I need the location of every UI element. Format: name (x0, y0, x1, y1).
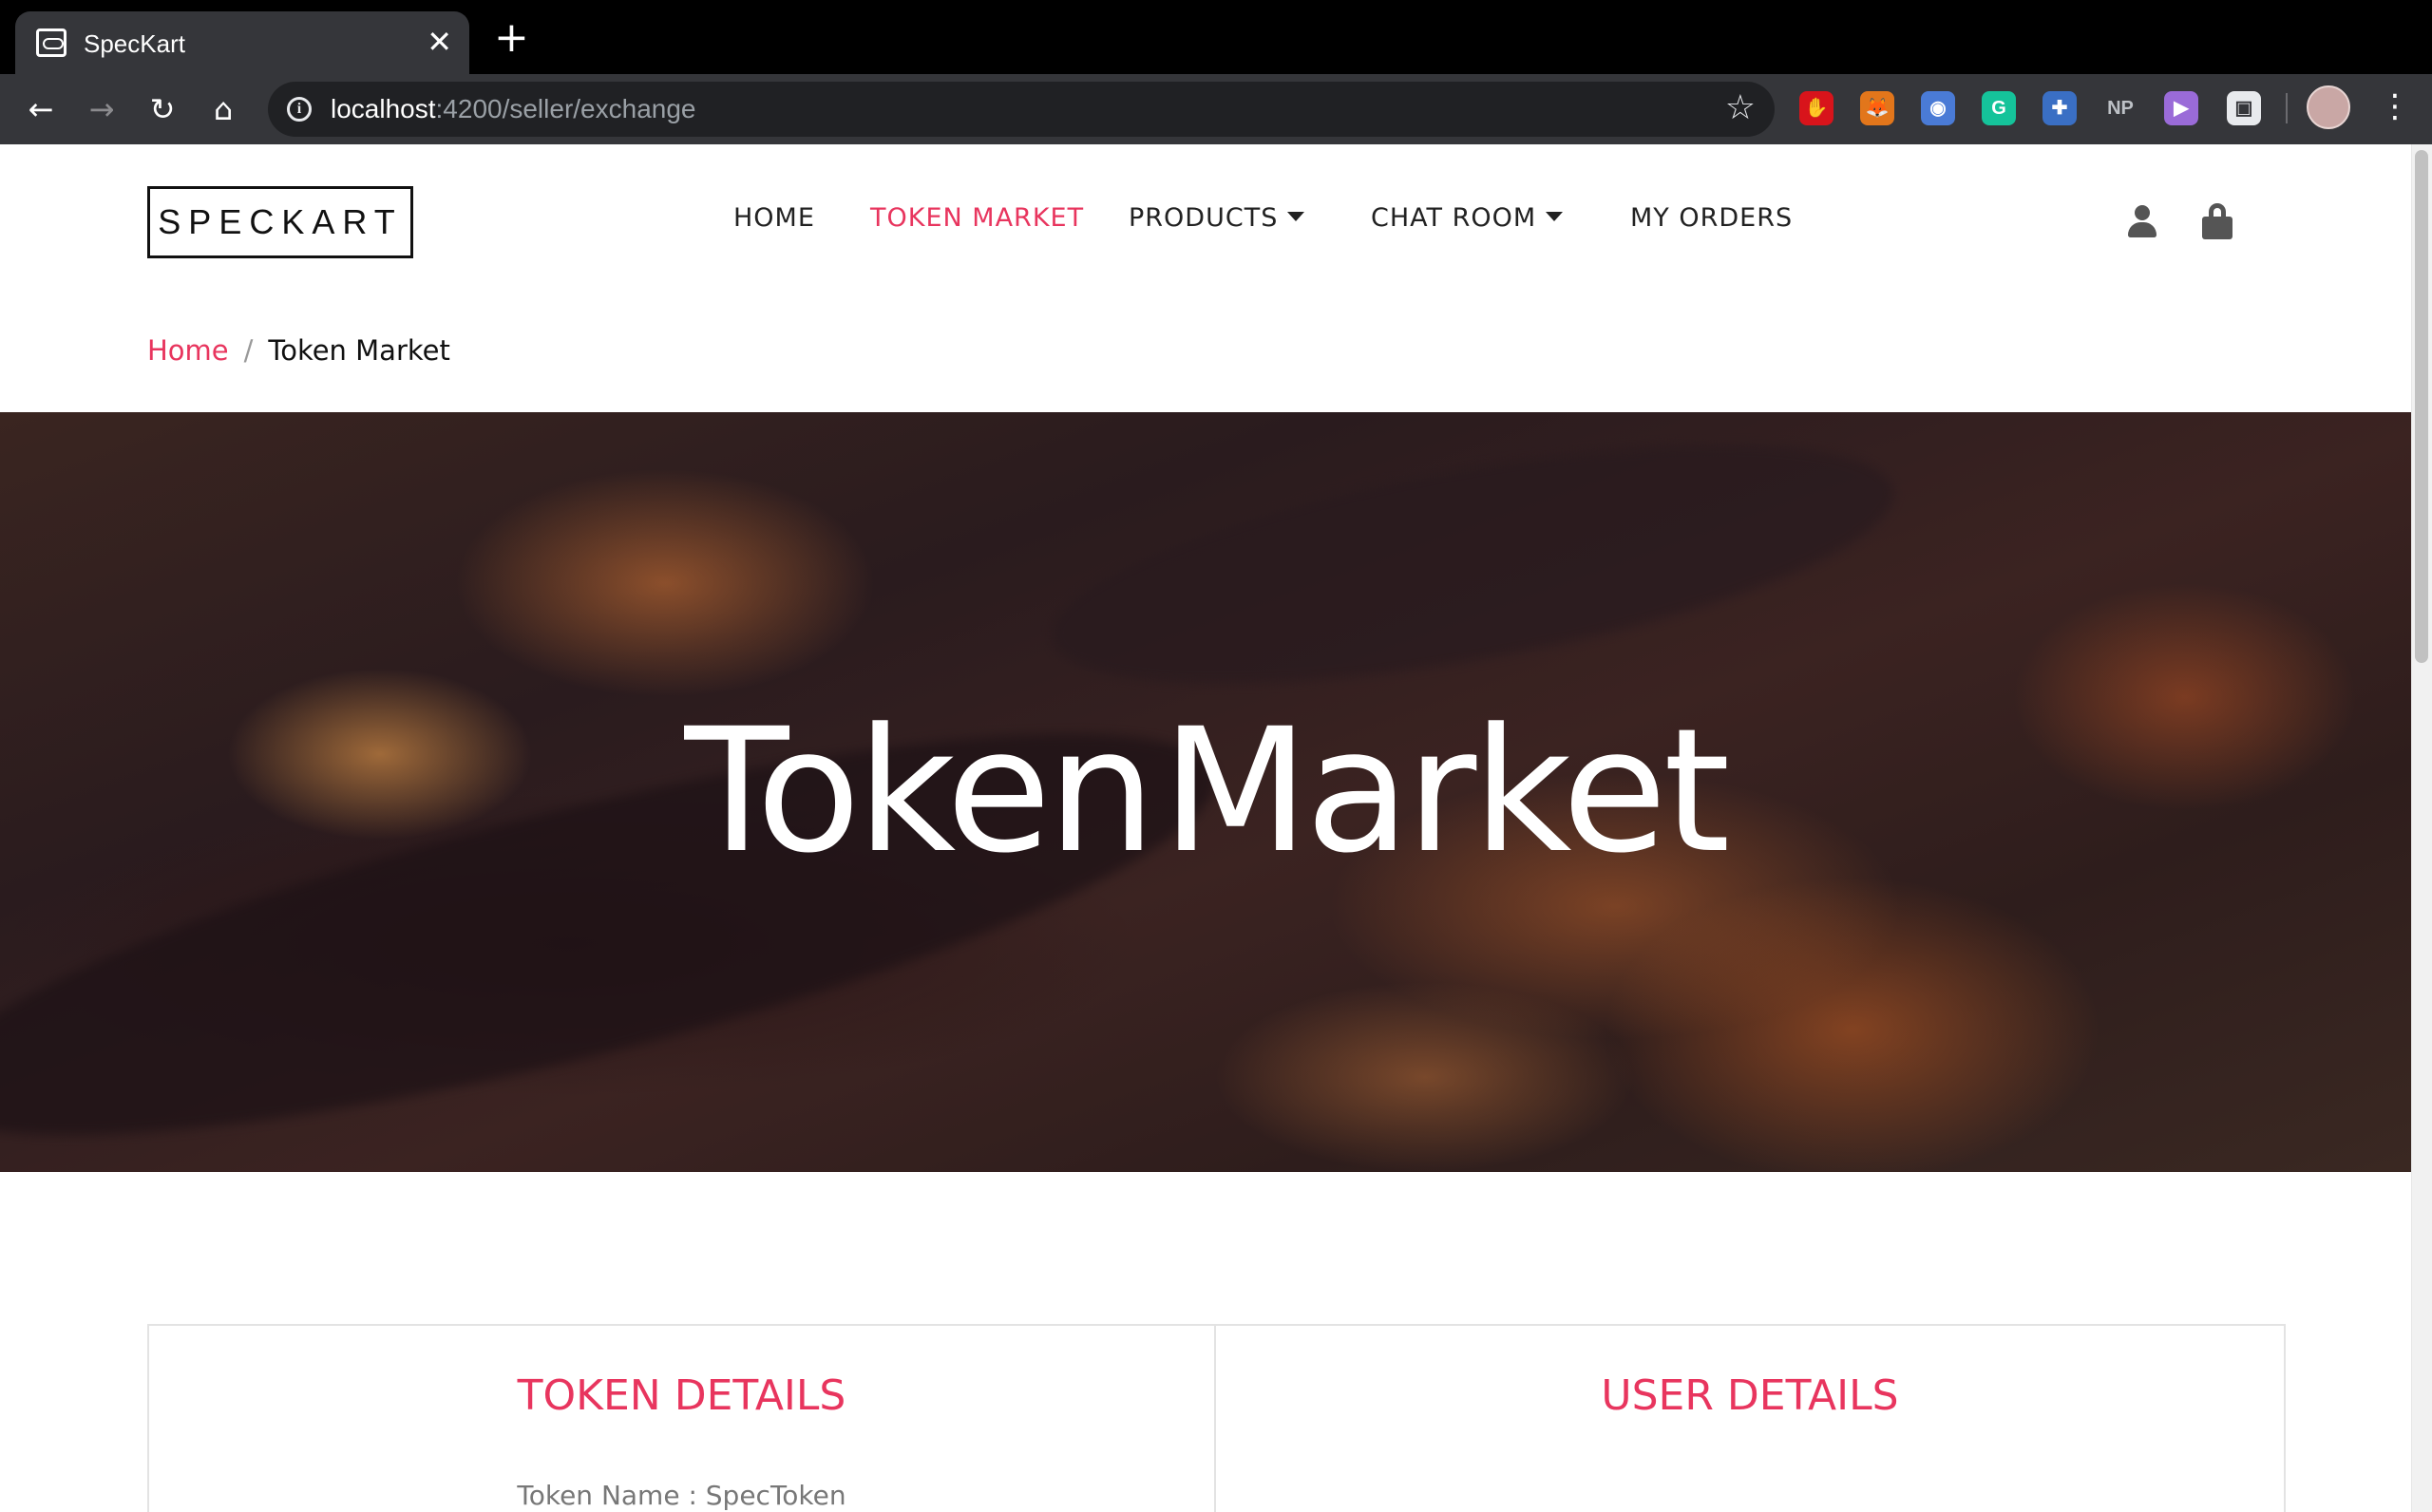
site-logo-text: SPECKART (158, 202, 403, 241)
hero-title-token: Token (684, 692, 1156, 891)
screenshot-icon[interactable]: ▣ (2227, 91, 2261, 125)
nav-products-label: PRODUCTS (1129, 203, 1279, 233)
profile-avatar[interactable] (2307, 85, 2350, 129)
nav-token-market[interactable]: TOKEN MARKET (870, 203, 1084, 233)
breadcrumb-current: Token Market (268, 334, 450, 367)
reload-icon[interactable]: ↻ (142, 89, 182, 129)
np-icon[interactable]: NP (2103, 91, 2138, 125)
home-icon[interactable]: ⌂ (203, 89, 243, 129)
url-path: :4200/seller/exchange (435, 94, 696, 123)
hero-title-market: Market (1161, 692, 1731, 891)
hero-title: TokenMarket (0, 697, 2411, 887)
scrollbar-thumb[interactable] (2415, 150, 2428, 663)
adblock-icon[interactable]: ✋ (1799, 91, 1834, 125)
token-details-panel: TOKEN DETAILS Token Name : SpecToken (147, 1324, 1216, 1512)
lock-icon[interactable] (2202, 203, 2232, 239)
toolbar-separator (2286, 93, 2288, 123)
browser-tab[interactable]: SpecKart ✕ (15, 11, 469, 74)
caret-down-icon (1546, 211, 1564, 221)
hero-river-shape (1035, 412, 1910, 732)
metamask-icon[interactable]: 🦊 (1860, 91, 1894, 125)
nav-chat-room[interactable]: CHAT ROOM (1371, 203, 1564, 233)
close-tab-icon[interactable]: ✕ (427, 25, 452, 59)
speckart-favicon-icon (36, 28, 66, 57)
page-viewport: SPECKART HOME TOKEN MARKET PRODUCTS CHAT… (0, 144, 2411, 1512)
nav-home[interactable]: HOME (733, 203, 815, 233)
forward-arrow-icon[interactable]: → (82, 89, 122, 129)
bookmark-star-icon[interactable]: ☆ (1725, 89, 1756, 127)
play-icon[interactable]: ▶ (2164, 91, 2198, 125)
token-details-title: TOKEN DETAILS (517, 1371, 846, 1420)
hero-banner: TokenMarket (0, 412, 2411, 1172)
nav-products[interactable]: PRODUCTS (1129, 203, 1305, 233)
browser-tabstrip: SpecKart ✕ + (0, 0, 2432, 74)
breadcrumb-separator: / (243, 334, 254, 367)
url-text[interactable]: localhost:4200/seller/exchange (331, 94, 696, 124)
caret-down-icon (1287, 211, 1305, 221)
nav-chat-room-label: CHAT ROOM (1371, 203, 1537, 233)
site-info-icon[interactable]: i (287, 97, 312, 122)
address-bar[interactable]: i localhost:4200/seller/exchange ☆ (268, 82, 1775, 137)
url-host: localhost (331, 94, 436, 123)
grammarly-icon[interactable]: G (1982, 91, 2016, 125)
new-tab-button[interactable]: + (494, 17, 529, 59)
user-details-title: USER DETAILS (1601, 1371, 1899, 1420)
breadcrumb-home-link[interactable]: Home (147, 334, 229, 367)
camera-icon[interactable]: ◉ (1921, 91, 1955, 125)
breadcrumb: Home / Token Market (147, 334, 450, 367)
site-logo[interactable]: SPECKART (147, 186, 413, 258)
back-arrow-icon[interactable]: ← (21, 89, 61, 129)
tools-icon[interactable]: ✚ (2042, 91, 2077, 125)
browser-menu-icon[interactable]: ⋮ (2379, 84, 2411, 129)
tab-title: SpecKart (84, 29, 185, 58)
nav-my-orders[interactable]: MY ORDERS (1630, 203, 1793, 233)
user-details-panel: USER DETAILS (1216, 1324, 2286, 1512)
user-icon[interactable] (2126, 205, 2158, 239)
token-name-field: Token Name : SpecToken (517, 1480, 846, 1511)
